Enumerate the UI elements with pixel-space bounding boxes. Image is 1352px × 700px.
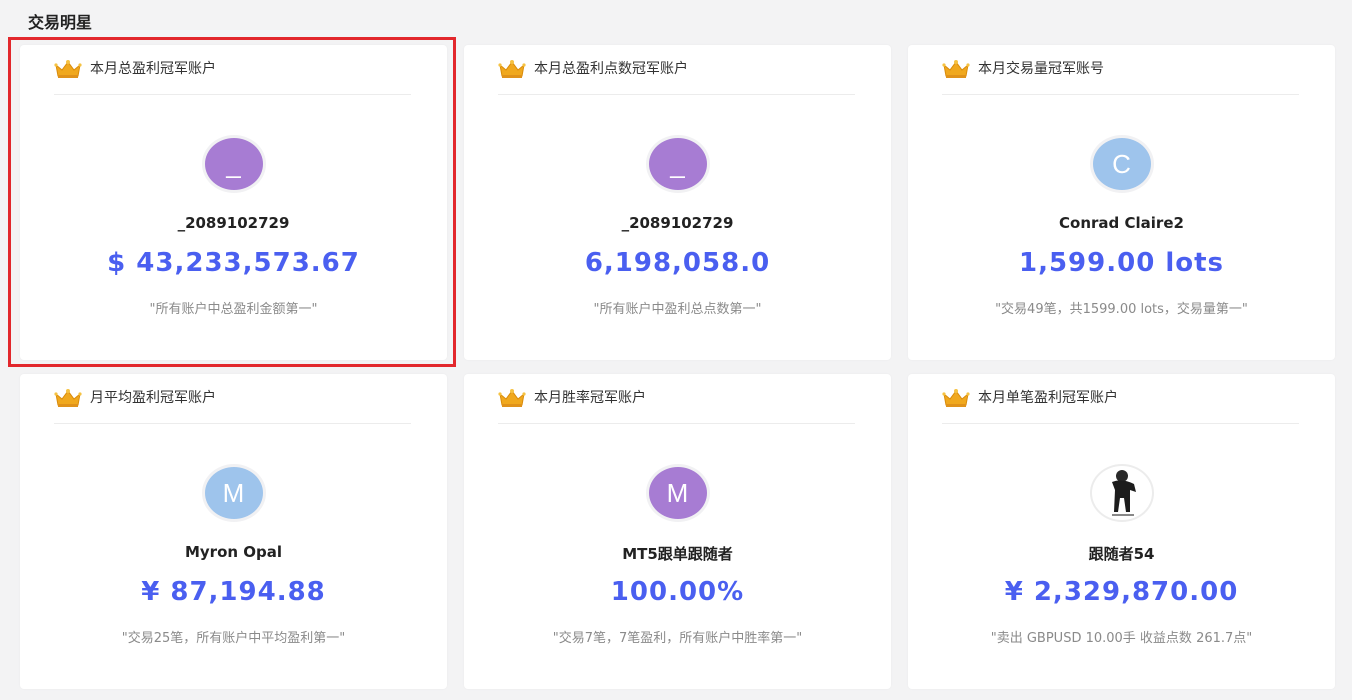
crown-icon [942,60,970,78]
stat-description: "交易7笔，7笔盈利，所有账户中胜率第一" [552,631,803,646]
person-photo-icon [1111,470,1136,516]
crown-icon [498,389,526,407]
avatar: M [201,464,266,522]
avatar: M [645,464,710,522]
crown-icon [54,60,82,78]
card-header: 本月单笔盈利冠军账户 [942,389,1299,424]
card-header: 本月总盈利点数冠军账户 [498,60,855,95]
stat-description: "卖出 GBPUSD 10.00手 收益点数 261.7点" [990,631,1253,646]
avatar [1089,464,1154,522]
stat-description: "交易49笔，共1599.00 lots，交易量第一" [995,302,1248,317]
card-header: 本月胜率冠军账户 [498,389,855,424]
avatar: _ [645,135,710,193]
stat-card-win-rate[interactable]: 本月胜率冠军账户 M MT5跟单跟随者 100.00% "交易7笔，7笔盈利，所… [464,374,891,689]
account-name[interactable]: _2089102729 [20,214,447,232]
card-title: 本月胜率冠军账户 [534,390,646,406]
section-title: 交易明星 [28,13,93,32]
card-header: 本月总盈利冠军账户 [54,60,411,95]
avatar: _ [201,135,266,193]
card-title: 本月总盈利冠军账户 [90,61,216,77]
avatar: C [1089,135,1154,193]
stat-description: "所有账户中总盈利金额第一" [149,302,318,317]
crown-icon [54,389,82,407]
stat-card-total-profit[interactable]: 本月总盈利冠军账户 _ _2089102729 $ 43,233,573.67 … [20,45,447,360]
card-title: 本月交易量冠军账号 [978,61,1104,77]
account-name[interactable]: Conrad Claire2 [908,214,1335,232]
card-title: 月平均盈利冠军账户 [90,390,216,406]
stat-card-avg-profit[interactable]: 月平均盈利冠军账户 M Myron Opal ¥ 87,194.88 "交易25… [20,374,447,689]
card-header: 月平均盈利冠军账户 [54,389,411,424]
stat-value: ¥ 87,194.88 [141,577,326,607]
account-name[interactable]: 跟随者54 [908,543,1335,564]
stat-value: 1,599.00 lots [1018,248,1225,278]
card-header: 本月交易量冠军账号 [942,60,1299,95]
card-title: 本月总盈利点数冠军账户 [534,61,688,77]
stat-value: 100.00% [610,577,745,607]
stat-card-single-trade[interactable]: 本月单笔盈利冠军账户 跟随者54 ¥ 2,329,870.00 "卖出 GBPU… [908,374,1335,689]
stat-card-total-points[interactable]: 本月总盈利点数冠军账户 _ _2089102729 6,198,058.0 "所… [464,45,891,360]
stat-value: 6,198,058.0 [584,248,771,278]
stat-value: $ 43,233,573.67 [107,248,360,278]
crown-icon [942,389,970,407]
stat-description: "交易25笔，所有账户中平均盈利第一" [121,631,346,646]
card-title: 本月单笔盈利冠军账户 [978,390,1118,406]
account-name[interactable]: MT5跟单跟随者 [464,543,891,564]
account-name[interactable]: _2089102729 [464,214,891,232]
stat-card-volume[interactable]: 本月交易量冠军账号 C Conrad Claire2 1,599.00 lots… [908,45,1335,360]
account-name[interactable]: Myron Opal [20,543,447,561]
stat-description: "所有账户中盈利总点数第一" [593,302,762,317]
stat-value: ¥ 2,329,870.00 [1004,577,1239,607]
crown-icon [498,60,526,78]
